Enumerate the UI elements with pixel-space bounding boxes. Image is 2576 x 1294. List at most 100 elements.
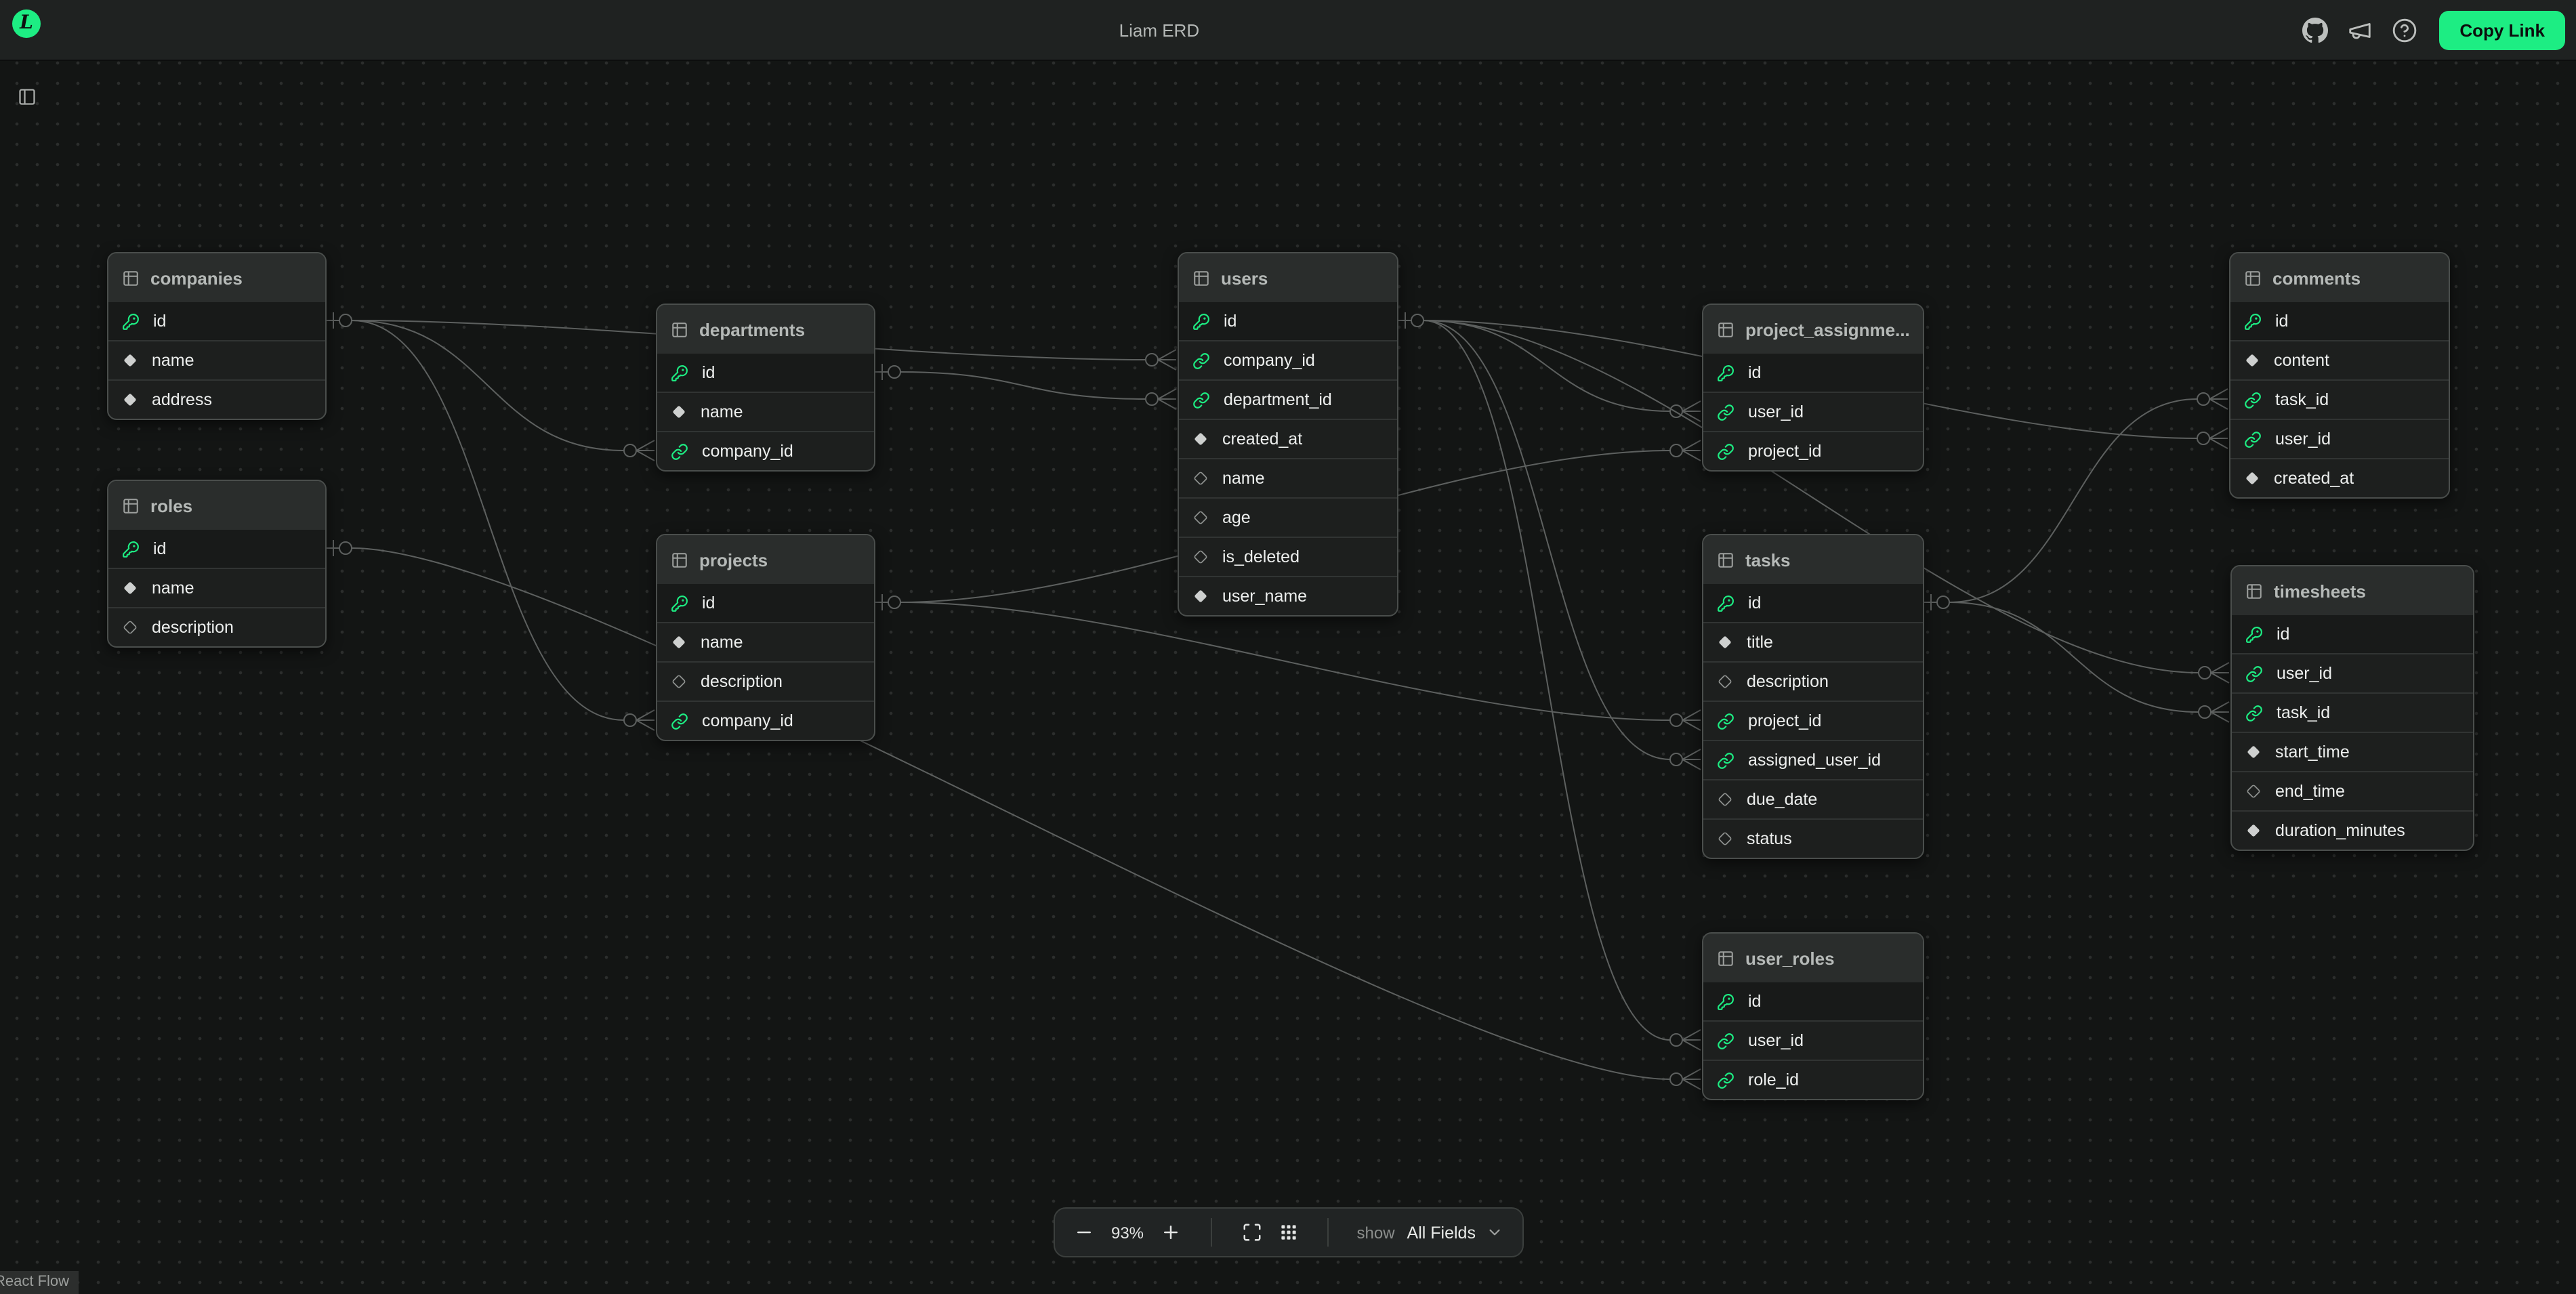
column-row-tasks-title[interactable]: title	[1703, 622, 1923, 661]
column-row-tasks-assigned_user_id[interactable]: assigned_user_id	[1703, 740, 1923, 779]
column-row-projects-description[interactable]: description	[657, 661, 874, 701]
column-row-timesheets-user_id[interactable]: user_id	[2232, 653, 2473, 692]
table-header[interactable]: comments	[2230, 253, 2449, 302]
table-icon	[671, 551, 688, 568]
column-name: company_id	[702, 442, 793, 461]
copy-link-button[interactable]: Copy Link	[2439, 10, 2565, 49]
column-row-roles-description[interactable]: description	[108, 607, 325, 646]
diamond-filled-icon	[122, 580, 138, 596]
github-button[interactable]	[2297, 12, 2332, 47]
column-name: id	[702, 363, 715, 382]
column-row-tasks-id[interactable]: id	[1703, 584, 1923, 622]
column-row-users-age[interactable]: age	[1179, 497, 1397, 537]
column-row-users-created_at[interactable]: created_at	[1179, 419, 1397, 458]
table-node-projects[interactable]: projects id namedescriptioncompany_id	[656, 534, 875, 741]
column-name: id	[1224, 312, 1237, 331]
react-flow-attribution[interactable]: React Flow	[0, 1271, 79, 1294]
fields-filter-group: show All Fields	[1357, 1223, 1504, 1242]
key-icon	[2245, 625, 2263, 643]
table-node-users[interactable]: users id company_iddepartment_idcreated_at…	[1178, 252, 1398, 617]
help-button[interactable]	[2386, 12, 2422, 47]
sidebar-toggle-button[interactable]	[9, 79, 45, 114]
column-row-comments-user_id[interactable]: user_id	[2230, 419, 2449, 458]
link-icon	[1717, 403, 1734, 421]
column-row-departments-name[interactable]: name	[657, 392, 874, 431]
table-node-comments[interactable]: comments id contenttask_id user_id created_a…	[2229, 252, 2450, 499]
fit-view-button[interactable]	[1239, 1220, 1264, 1245]
feedback-button[interactable]	[2342, 12, 2377, 47]
column-row-user_roles-id[interactable]: id	[1703, 982, 1923, 1020]
column-row-companies-address[interactable]: address	[108, 379, 325, 419]
help-circle-icon	[2391, 17, 2417, 43]
table-node-roles[interactable]: rolesid name description	[107, 480, 327, 648]
table-node-timesheets[interactable]: timesheetsiduser_idtask_idstart_timeend_…	[2230, 565, 2474, 851]
column-row-user_roles-role_id[interactable]: role_id	[1703, 1060, 1923, 1099]
link-icon	[2244, 391, 2262, 409]
column-row-user_roles-user_id[interactable]: user_id	[1703, 1020, 1923, 1060]
key-icon	[122, 540, 140, 558]
column-row-timesheets-start_time[interactable]: start_time	[2232, 732, 2473, 771]
table-node-project_assignments[interactable]: project_assignme...id user_idproject_id	[1702, 304, 1924, 472]
column-row-project_assignments-project_id[interactable]: project_id	[1703, 431, 1923, 470]
column-row-comments-created_at[interactable]: created_at	[2230, 458, 2449, 497]
column-row-projects-company_id[interactable]: company_id	[657, 701, 874, 740]
github-icon	[2302, 17, 2327, 43]
column-row-tasks-status[interactable]: status	[1703, 818, 1923, 858]
column-row-users-department_id[interactable]: department_id	[1179, 379, 1397, 419]
column-row-timesheets-duration_minutes[interactable]: duration_minutes	[2232, 810, 2473, 850]
table-header[interactable]: project_assignme...	[1703, 305, 1923, 354]
column-name: id	[2275, 312, 2288, 331]
link-icon	[1717, 442, 1734, 460]
table-header[interactable]: projects	[657, 535, 874, 584]
minus-icon	[1074, 1222, 1094, 1243]
table-header[interactable]: timesheets	[2232, 566, 2473, 615]
column-row-users-user_name[interactable]: user_name	[1179, 576, 1397, 615]
column-row-roles-name[interactable]: name	[108, 568, 325, 607]
table-header[interactable]: tasks	[1703, 535, 1923, 584]
column-name: is_deleted	[1222, 547, 1300, 566]
column-row-roles-id[interactable]: id	[108, 530, 325, 568]
column-row-tasks-description[interactable]: description	[1703, 661, 1923, 701]
column-row-users-is_deleted[interactable]: is_deleted	[1179, 537, 1397, 576]
table-node-companies[interactable]: companies idnameaddress	[107, 252, 327, 420]
column-row-comments-task_id[interactable]: task_id	[2230, 379, 2449, 419]
column-row-projects-id[interactable]: id	[657, 584, 874, 622]
table-node-tasks[interactable]: tasksidtitledescriptionproject_idassigne…	[1702, 534, 1924, 859]
column-row-project_assignments-user_id[interactable]: user_id	[1703, 392, 1923, 431]
table-header[interactable]: user_roles	[1703, 934, 1923, 982]
erd-canvas[interactable]: companiesidnameaddressrolesidnamedescrip…	[0, 0, 2576, 1294]
tidy-up-button[interactable]	[1276, 1220, 1300, 1245]
column-row-users-name[interactable]: name	[1179, 458, 1397, 497]
column-row-timesheets-task_id[interactable]: task_id	[2232, 692, 2473, 732]
table-header[interactable]: users	[1179, 253, 1397, 302]
table-node-user_roles[interactable]: user_rolesiduser_idrole_id	[1702, 932, 1924, 1100]
column-row-timesheets-end_time[interactable]: end_time	[2232, 771, 2473, 810]
column-name: id	[702, 593, 715, 612]
diamond-filled-icon	[2245, 744, 2262, 760]
column-row-departments-id[interactable]: id	[657, 354, 874, 392]
fields-filter-dropdown[interactable]: All Fields	[1407, 1223, 1504, 1242]
column-row-departments-company_id[interactable]: company_id	[657, 431, 874, 470]
column-name: name	[152, 579, 194, 598]
column-row-comments-content[interactable]: content	[2230, 340, 2449, 379]
column-row-comments-id[interactable]: id	[2230, 302, 2449, 340]
column-row-users-company_id[interactable]: company_id	[1179, 340, 1397, 379]
column-row-tasks-project_id[interactable]: project_id	[1703, 701, 1923, 740]
zoom-out-button[interactable]	[1072, 1220, 1096, 1245]
column-name: user_id	[2275, 430, 2331, 448]
column-row-timesheets-id[interactable]: id	[2232, 615, 2473, 653]
column-row-tasks-due_date[interactable]: due_date	[1703, 779, 1923, 818]
column-row-companies-name[interactable]: name	[108, 340, 325, 379]
table-header[interactable]: roles	[108, 481, 325, 530]
table-header[interactable]: departments	[657, 305, 874, 354]
column-row-users-id[interactable]: id	[1179, 302, 1397, 340]
column-row-projects-name[interactable]: name	[657, 622, 874, 661]
diamond-outline-icon	[1717, 831, 1733, 847]
table-name: companies	[150, 268, 243, 288]
column-row-companies-id[interactable]: id	[108, 302, 325, 340]
table-header[interactable]: companies	[108, 253, 325, 302]
table-node-departments[interactable]: departments id name company_id	[656, 304, 875, 472]
column-row-project_assignments-id[interactable]: id	[1703, 354, 1923, 392]
column-name: id	[1748, 363, 1761, 382]
zoom-in-button[interactable]	[1159, 1220, 1183, 1245]
